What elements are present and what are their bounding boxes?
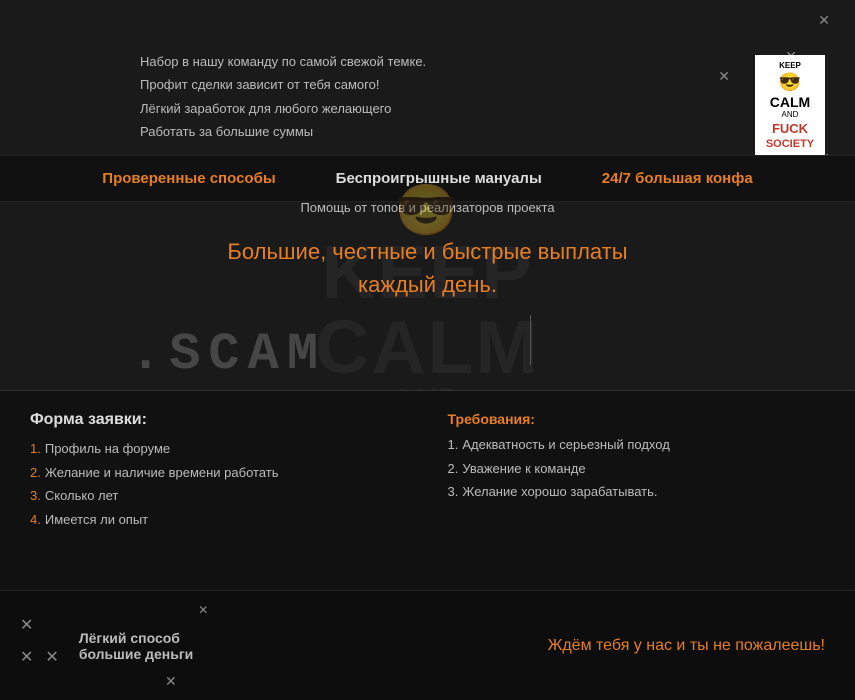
requirements-title: Требования: <box>448 411 826 427</box>
footer-easy-text: Лёгкий способ большие деньги <box>79 630 193 662</box>
form-item-2: Желание и наличие времени работать <box>30 463 408 483</box>
nav-item-1[interactable]: Проверенные способы <box>102 170 275 187</box>
bottom-section: Форма заявки: Профиль на форуме Желание … <box>0 390 855 600</box>
kc-society: SOCIETY <box>763 137 817 151</box>
subtitle: Помощь от топов и реализаторов проекта <box>0 200 855 215</box>
close-button-4[interactable]: ✕ <box>718 68 730 85</box>
requirements-block: Требования: Адекватность и серьезный под… <box>448 411 826 580</box>
form-title: Форма заявки: <box>30 411 408 429</box>
top-close-button[interactable]: ✕ <box>818 12 830 29</box>
main-text-block: Набор в нашу команду по самой свежой тем… <box>140 50 426 144</box>
footer-close-1[interactable]: ✕ <box>20 615 33 635</box>
kc-keep: KEEP <box>763 61 817 71</box>
main-text-line4: Работать за большие суммы <box>140 120 426 143</box>
form-block: Форма заявки: Профиль на форуме Желание … <box>30 411 408 580</box>
footer-easy-line1: Лёгкий способ <box>79 630 193 646</box>
requirements-list: Адекватность и серьезный подход Уважение… <box>448 435 826 502</box>
req-item-3: Желание хорошо зарабатывать. <box>448 482 826 502</box>
nav-bar: Проверенные способы Беспроигрышные мануа… <box>0 155 855 202</box>
form-item-1: Профиль на форуме <box>30 439 408 459</box>
footer-close-small[interactable]: ✕ <box>198 603 208 617</box>
main-text-line3: Лёгкий заработок для любого желающего <box>140 97 426 120</box>
kc-and: AND <box>763 110 817 120</box>
main-text-line1: Набор в нашу команду по самой свежой тем… <box>140 50 426 73</box>
form-list: Профиль на форуме Желание и наличие врем… <box>30 439 408 529</box>
footer-cta: Ждём тебя у нас и ты не пожалеешь! <box>548 637 825 655</box>
nav-item-3[interactable]: 24/7 большая конфа <box>602 170 753 187</box>
nav-item-2[interactable]: Беспроигрышные мануалы <box>336 170 542 187</box>
req-item-1: Адекватность и серьезный подход <box>448 435 826 455</box>
footer-close-3[interactable]: ✕ <box>45 647 58 667</box>
big-text-line1: Большие, честные и быстрые выплаты <box>0 235 855 268</box>
keep-calm-badge: KEEP 😎 CALM AND FUCK SOCIETY <box>755 55 825 158</box>
footer-easy-line2: большие деньги <box>79 646 193 662</box>
form-item-3: Сколько лет <box>30 486 408 506</box>
bottom-footer: ✕ ✕ ✕ Лёгкий способ большие деньги ✕ Ждё… <box>0 590 855 700</box>
req-item-2: Уважение к команде <box>448 459 826 479</box>
vertical-divider <box>530 315 531 365</box>
main-text-line2: Профит сделки зависит от тебя самого! <box>140 73 426 96</box>
scam-text: .SCAM <box>130 325 326 384</box>
big-orange-text: Большие, честные и быстрые выплаты кажды… <box>0 235 855 301</box>
footer-close-2[interactable]: ✕ <box>20 647 33 667</box>
form-item-4: Имеется ли опыт <box>30 510 408 530</box>
kc-fuck: FUCK <box>763 121 817 138</box>
big-text-line2: каждый день. <box>0 268 855 301</box>
footer-close-bottom[interactable]: ✕ <box>165 673 177 690</box>
kc-icon: 😎 <box>763 71 817 94</box>
kc-calm: CALM <box>763 95 817 110</box>
